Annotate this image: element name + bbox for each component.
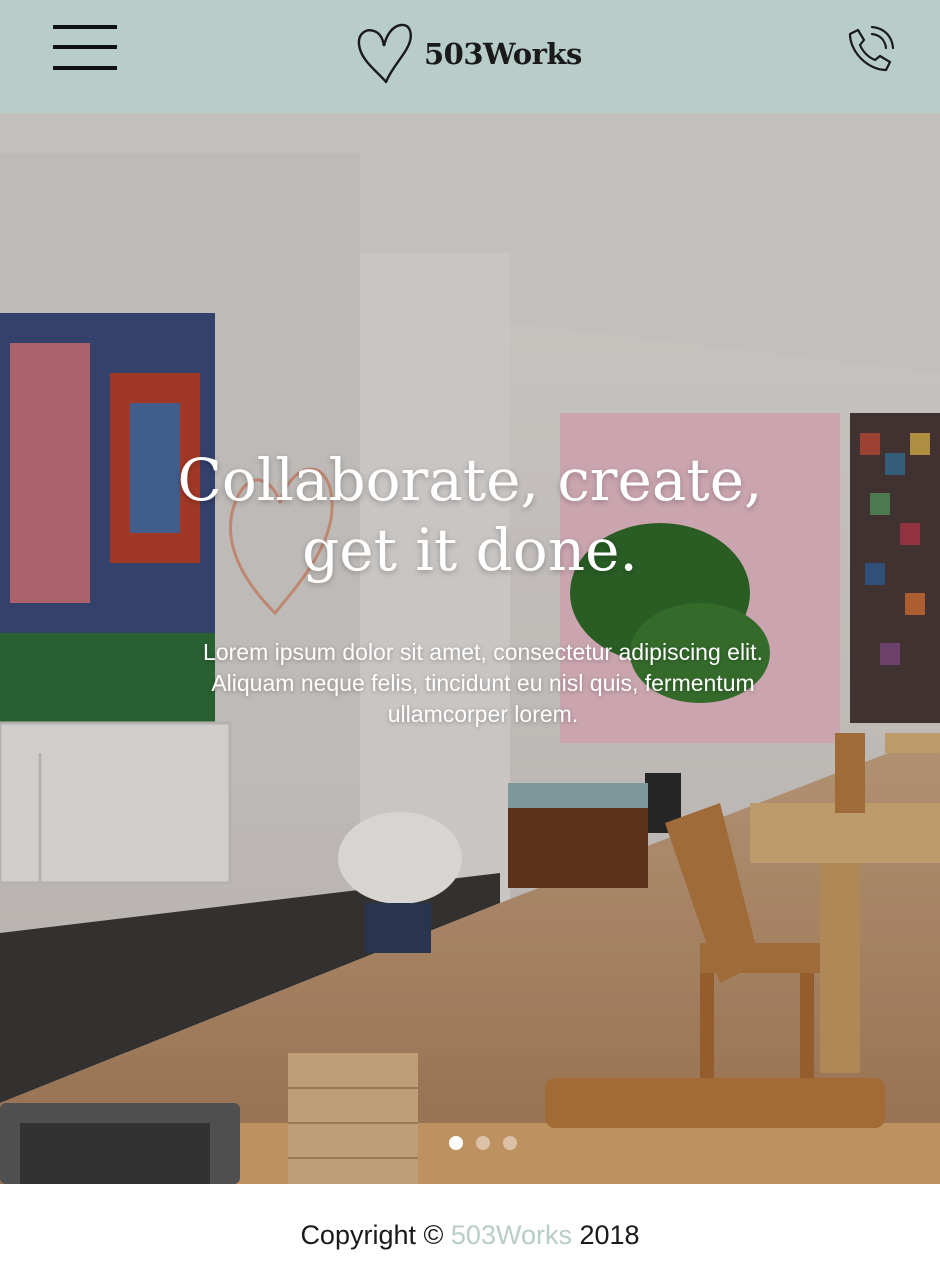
heart-icon: [357, 23, 412, 84]
hamburger-menu-icon[interactable]: [53, 25, 117, 73]
hero-title: Collaborate, create, get it done.: [0, 445, 940, 585]
slider-dot-3[interactable]: [503, 1136, 517, 1150]
hero-description: Lorem ipsum dolor sit amet, consectetur …: [203, 639, 763, 727]
slider-pagination: [449, 1136, 517, 1152]
logo-text: 503Works: [424, 37, 582, 71]
menu-bar: [53, 25, 117, 29]
hero-title-line: Collaborate, create,: [177, 446, 763, 514]
site-header: 503Works: [0, 0, 940, 113]
hero-title-line: get it done.: [302, 516, 638, 584]
copyright-year: 2018: [579, 1220, 640, 1250]
hero-slider: Collaborate, create, get it done. Lorem …: [0, 113, 940, 1184]
slider-dot-1[interactable]: [449, 1136, 463, 1150]
menu-bar: [53, 45, 117, 49]
menu-bar: [53, 66, 117, 70]
logo[interactable]: 503Works: [356, 22, 582, 86]
copyright-text: Copyright © 503Works 2018: [0, 1220, 940, 1251]
slider-dot-2[interactable]: [476, 1136, 490, 1150]
phone-icon[interactable]: [844, 24, 896, 76]
footer-brand-link[interactable]: 503Works: [451, 1220, 572, 1250]
site-footer: Copyright © 503Works 2018: [0, 1184, 940, 1277]
copyright-prefix: Copyright ©: [300, 1220, 444, 1250]
